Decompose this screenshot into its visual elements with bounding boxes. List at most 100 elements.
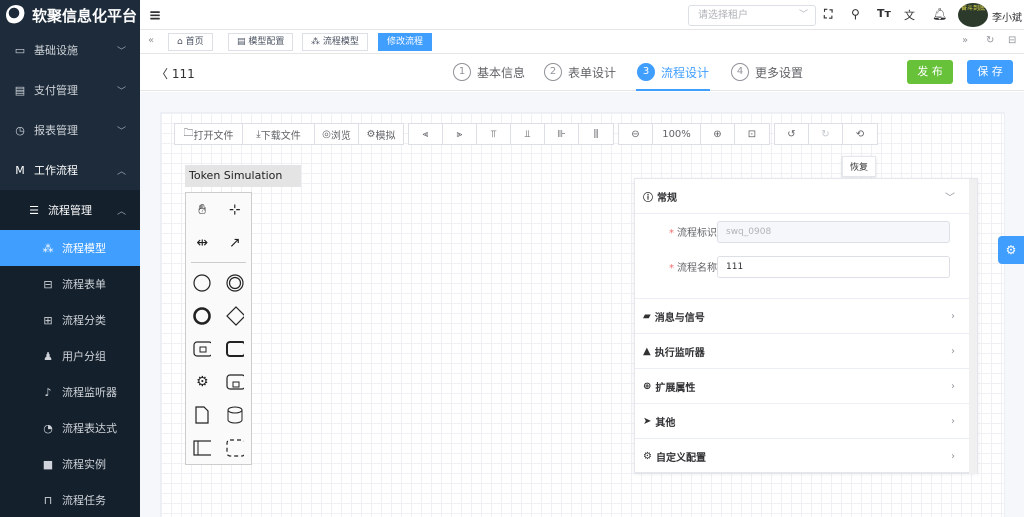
fit-view-icon[interactable]: ⊡ bbox=[735, 124, 769, 144]
sidebar-item-report[interactable]: ◷ 报表管理 ﹀ bbox=[0, 110, 140, 150]
sidebar-item-process-management[interactable]: ☰ 流程管理 ︿ bbox=[0, 190, 140, 230]
sub-process-icon[interactable] bbox=[193, 340, 212, 358]
refresh-icon[interactable]: ↻ bbox=[986, 35, 994, 46]
step-more-settings[interactable]: 4 更多设置 bbox=[731, 61, 803, 83]
service-task-icon[interactable]: ⚙︎ bbox=[193, 373, 211, 391]
data-store-icon[interactable] bbox=[226, 406, 244, 424]
simulate-button[interactable]: ⚙︎ 模拟 bbox=[359, 124, 403, 144]
start-event-icon[interactable] bbox=[193, 273, 211, 292]
section-other[interactable]: ➤ 其他 › bbox=[635, 404, 977, 439]
list-icon: ☰ bbox=[29, 203, 39, 217]
properties-scrollbar[interactable] bbox=[969, 179, 977, 474]
section-message-signal[interactable]: ▰ 消息与信号 › bbox=[635, 299, 977, 334]
step-label: 表单设计 bbox=[568, 65, 617, 80]
zoom-in-icon[interactable]: ⊕ bbox=[701, 124, 735, 144]
connect-tool-icon[interactable]: ↗ bbox=[226, 234, 244, 252]
zoom-level: 100% bbox=[653, 124, 701, 144]
avatar[interactable]: 奋斗到底 bbox=[958, 3, 988, 27]
undo-icon[interactable]: ↺ bbox=[775, 124, 809, 144]
align-middle-icon[interactable]: ⫼ bbox=[579, 124, 613, 144]
process-name-field[interactable]: 111 bbox=[717, 255, 950, 278]
sidebar-item-process-instance[interactable]: ■ 流程实例 bbox=[0, 446, 140, 482]
scroll-right-icon[interactable]: » bbox=[962, 35, 968, 46]
translate-icon[interactable]: 文 bbox=[904, 7, 915, 23]
step-basic-info[interactable]: 1 基本信息 bbox=[453, 61, 525, 83]
hand-tool-icon[interactable]: ✋︎ bbox=[193, 201, 211, 219]
align-left-icon[interactable]: ⫷ bbox=[409, 124, 443, 144]
align-right-icon[interactable]: ⫸ bbox=[443, 124, 477, 144]
redo-icon[interactable]: ↻ bbox=[809, 124, 843, 144]
bookmark-icon: ⊓ bbox=[43, 493, 53, 507]
lasso-tool-icon[interactable]: ⊹ bbox=[226, 201, 244, 219]
instance-icon: ■ bbox=[42, 457, 54, 471]
preview-button[interactable]: ◎ 浏览 bbox=[315, 124, 359, 144]
bell-icon[interactable]: 🔔︎ bbox=[932, 7, 947, 21]
process-id-field[interactable]: swq_0908 bbox=[717, 220, 950, 243]
tag-label: 修改流程 bbox=[387, 37, 424, 47]
sidebar-item-process-form[interactable]: ⊟ 流程表单 bbox=[0, 266, 140, 302]
zoom-out-icon[interactable]: ⊖ bbox=[619, 124, 653, 144]
step-process-design[interactable]: 3 流程设计 bbox=[637, 61, 709, 83]
sidebar-item-process-category[interactable]: ⊞ 流程分类 bbox=[0, 302, 140, 338]
sidebar-item-process-expression[interactable]: ◔ 流程表达式 bbox=[0, 410, 140, 446]
task-icon[interactable] bbox=[225, 340, 244, 358]
group-icon[interactable] bbox=[226, 438, 244, 457]
pool-icon[interactable] bbox=[193, 439, 212, 457]
section-custom-config[interactable]: ⚙︎ 自定义配置 › bbox=[635, 439, 977, 474]
token-simulation-toggle[interactable]: Token Simulation ⊂⊃ bbox=[185, 165, 301, 204]
tag-home[interactable]: ⌂ 首页 bbox=[168, 33, 213, 51]
process-name-row: * 流程名称 111 bbox=[635, 249, 977, 284]
open-file-button[interactable]: 🗀︎ 打开文件 bbox=[175, 124, 243, 144]
process-id-label: * 流程标识 bbox=[669, 224, 717, 239]
hamburger-icon[interactable]: ≡ bbox=[140, 6, 170, 24]
payment-icon: ▤ bbox=[14, 83, 26, 97]
align-top-icon[interactable]: ⫪ bbox=[477, 124, 511, 144]
sidebar-item-workflow[interactable]: M 工作流程 ︿ bbox=[0, 150, 140, 190]
sidebar-item-infrastructure[interactable]: ▭ 基础设施 ﹀ bbox=[0, 30, 140, 70]
publish-button[interactable]: 发 布 bbox=[907, 60, 953, 84]
app-root: 软聚信息化平台 ▭ 基础设施 ﹀ ▤ 支付管理 ﹀ ◷ 报表管理 ﹀ M 工作流… bbox=[0, 0, 1024, 517]
restore-icon[interactable]: ⟲ bbox=[843, 124, 877, 144]
align-bottom-icon[interactable]: ⫫ bbox=[511, 124, 545, 144]
sidebar-item-process-task[interactable]: ⊓ 流程任务 bbox=[0, 482, 140, 517]
more-icon[interactable]: ⊟ bbox=[1008, 35, 1016, 46]
save-button[interactable]: 保 存 bbox=[967, 60, 1013, 84]
expression-icon: ◔ bbox=[43, 421, 53, 435]
sidebar-item-process-listener[interactable]: ♪ 流程监听器 bbox=[0, 374, 140, 410]
search-icon[interactable]: ⚲ bbox=[851, 7, 860, 21]
download-file-button[interactable]: ⤓ 下载文件 bbox=[243, 124, 315, 144]
align-center-icon[interactable]: ⊪ bbox=[545, 124, 579, 144]
user-name[interactable]: 李小斌 bbox=[992, 9, 1022, 24]
back-button[interactable]: 〈 111 bbox=[156, 65, 195, 82]
section-general[interactable]: ⓘ 常规 ﹀ bbox=[635, 179, 977, 214]
section-execution-listener[interactable]: ▲ 执行监听器 › bbox=[635, 334, 977, 369]
scroll-left-icon[interactable]: « bbox=[148, 35, 154, 46]
sidebar-item-label: 流程管理 bbox=[48, 204, 92, 217]
button-label: 浏览 bbox=[330, 130, 351, 142]
tag-edit-process[interactable]: 修改流程 bbox=[378, 33, 433, 51]
section-extension-properties[interactable]: ⊕ 扩展属性 › bbox=[635, 369, 977, 404]
app-logo[interactable]: 软聚信息化平台 bbox=[0, 0, 140, 30]
sidebar-item-user-group[interactable]: ♟ 用户分组 bbox=[0, 338, 140, 374]
end-event-icon[interactable] bbox=[193, 306, 212, 325]
intermediate-event-icon[interactable] bbox=[226, 273, 244, 292]
settings-gear-icon[interactable]: ⚙︎ bbox=[998, 236, 1024, 264]
data-object-icon[interactable] bbox=[193, 405, 211, 424]
sidebar-item-payment[interactable]: ▤ 支付管理 ﹀ bbox=[0, 70, 140, 110]
eye-icon: ◎ bbox=[322, 128, 331, 140]
send-icon: ➤ bbox=[643, 415, 652, 427]
step-form-design[interactable]: 2 表单设计 bbox=[544, 61, 616, 83]
section-title: 消息与信号 bbox=[654, 312, 705, 324]
sidebar-item-label: 流程监听器 bbox=[62, 386, 117, 399]
gateway-icon[interactable] bbox=[225, 305, 244, 326]
tag-model-config[interactable]: ▤ 模型配置 bbox=[228, 33, 294, 51]
collapsed-sub-process-icon[interactable] bbox=[226, 373, 244, 391]
tag-process-model[interactable]: ⁂ 流程模型 bbox=[302, 33, 368, 51]
chevron-right-icon: › bbox=[951, 415, 955, 427]
fullscreen-icon[interactable]: ⛶ bbox=[824, 7, 832, 22]
font-size-icon[interactable]: Tт bbox=[877, 7, 891, 20]
tenant-select[interactable]: 请选择租户 ﹀ bbox=[688, 5, 816, 26]
sidebar-item-process-model[interactable]: ⁂ 流程模型 bbox=[0, 230, 140, 266]
sidebar-item-label: 流程表单 bbox=[62, 278, 106, 291]
space-tool-icon[interactable]: ⇹ bbox=[193, 234, 211, 252]
